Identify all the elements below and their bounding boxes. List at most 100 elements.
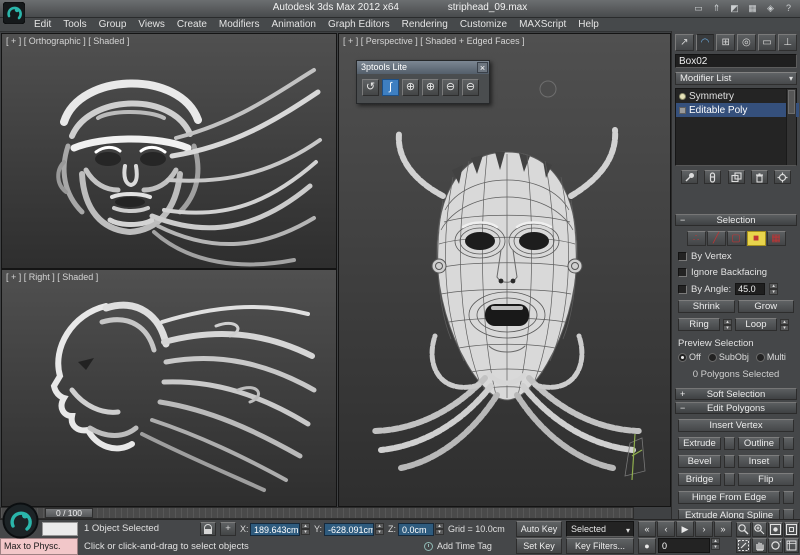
bridge-settings-button[interactable] <box>724 473 735 486</box>
y-spinner[interactable]: ▴▾ <box>375 523 384 535</box>
minus-circle-icon-2[interactable]: ⊖ <box>462 79 479 96</box>
viewport-perspective[interactable]: [ + ] [ Perspective ] [ Shaded + Edged F… <box>338 33 671 507</box>
by-angle-checkbox[interactable] <box>678 285 687 294</box>
selection-rollout-header[interactable]: − Selection <box>675 214 797 226</box>
preview-multi-option[interactable]: Multi <box>756 352 786 362</box>
border-subobject-icon[interactable]: ▢ <box>727 231 746 246</box>
pan-hand-icon[interactable] <box>752 538 767 553</box>
zoom-region-icon[interactable] <box>736 538 751 553</box>
object-name-field[interactable]: Box02 <box>675 54 797 68</box>
insert-vertex-button[interactable]: Insert Vertex <box>678 419 794 432</box>
grid-icon[interactable]: ▦ <box>746 2 759 14</box>
3ptools-lite-toolbar[interactable]: 3ptools Lite × ↺ ∫ ⊕ ⊕ ⊖ ⊖ <box>356 60 490 104</box>
up-arrow-icon[interactable]: ⇑ <box>710 2 723 14</box>
extrude-along-spline-settings-button[interactable] <box>783 509 794 519</box>
bridge-button[interactable]: Bridge <box>678 473 721 486</box>
inset-settings-button[interactable] <box>783 455 794 468</box>
make-unique-icon[interactable] <box>728 170 745 184</box>
menu-tools[interactable]: Tools <box>57 18 92 31</box>
configure-modifier-sets-icon[interactable] <box>774 170 791 184</box>
modifier-stack[interactable]: Symmetry Editable Poly <box>675 88 797 166</box>
hinge-settings-button[interactable] <box>783 491 794 504</box>
menu-maxscript[interactable]: MAXScript <box>513 18 572 31</box>
frame-spinner[interactable]: ▴▾ <box>711 538 720 550</box>
viewport-right[interactable]: [ + ] [ Right ] [ Shaded ] <box>1 269 337 507</box>
menu-edit[interactable]: Edit <box>28 18 57 31</box>
menu-rendering[interactable]: Rendering <box>396 18 454 31</box>
stack-scrollbar[interactable] <box>786 89 796 165</box>
soft-selection-rollout-header[interactable]: + Soft Selection <box>675 388 797 400</box>
menu-graph-editors[interactable]: Graph Editors <box>322 18 396 31</box>
viewport-perspective-label[interactable]: [ + ] [ Perspective ] [ Shaded + Edged F… <box>343 36 525 46</box>
remove-modifier-icon[interactable] <box>751 170 768 184</box>
angle-value-field[interactable]: 45.0 <box>735 283 765 295</box>
menu-create[interactable]: Create <box>171 18 213 31</box>
plus-circle-icon-1[interactable]: ⊕ <box>402 79 419 96</box>
spinner-down-icon[interactable]: ▾ <box>711 544 720 550</box>
orbit-icon[interactable] <box>768 538 783 553</box>
grow-button[interactable]: Grow <box>738 300 795 313</box>
pin-stack-icon[interactable] <box>681 170 698 184</box>
diamond-icon[interactable]: ◈ <box>764 2 777 14</box>
preview-off-option[interactable]: Off <box>678 352 701 362</box>
spinner-down-icon[interactable]: ▾ <box>780 325 789 331</box>
z-coordinate-field[interactable]: 0.0cm <box>398 523 434 536</box>
menu-group[interactable]: Group <box>93 18 133 31</box>
hierarchy-tab-icon[interactable]: ⊞ <box>716 34 735 51</box>
flip-button[interactable]: Flip <box>738 473 794 486</box>
hinge-from-edge-button[interactable]: Hinge From Edge <box>678 491 780 504</box>
auto-key-button[interactable]: Auto Key <box>516 521 562 537</box>
key-filters-button[interactable]: Key Filters... <box>566 538 634 554</box>
outline-settings-button[interactable] <box>783 437 794 450</box>
radio-on-icon[interactable] <box>678 353 687 362</box>
time-slider[interactable]: 0 / 100 <box>45 508 93 518</box>
3ptools-titlebar[interactable]: 3ptools Lite × <box>357 61 489 74</box>
menu-animation[interactable]: Animation <box>265 18 321 31</box>
by-vertex-checkbox[interactable] <box>678 252 687 261</box>
scrollbar-thumb[interactable] <box>788 90 795 114</box>
z-spinner[interactable]: ▴▾ <box>435 523 444 535</box>
plus-circle-icon-2[interactable]: ⊕ <box>422 79 439 96</box>
vertex-subobject-icon[interactable]: ∴ <box>687 231 706 246</box>
menu-help[interactable]: Help <box>572 18 605 31</box>
spinner-down-icon[interactable]: ▾ <box>375 529 384 535</box>
viewport-orthographic[interactable]: [ + ] [ Orthographic ] [ Shaded ] <box>1 33 337 269</box>
key-selection-dropdown[interactable]: Selected ▾ <box>566 521 634 537</box>
preview-subobj-option[interactable]: SubObj <box>708 352 749 362</box>
utilities-tab-icon[interactable]: ⊥ <box>778 34 797 51</box>
viewport-orthographic-label[interactable]: [ + ] [ Orthographic ] [ Shaded ] <box>6 36 129 46</box>
play-button[interactable]: ▶ <box>676 521 694 537</box>
timeline-track[interactable]: 0 / 100 <box>0 507 634 519</box>
previous-frame-button[interactable]: ‹ <box>657 521 675 537</box>
max-logo-icon[interactable] <box>3 2 25 24</box>
menu-views[interactable]: Views <box>132 18 171 31</box>
loop-button[interactable]: Loop <box>735 318 777 331</box>
minus-circle-icon-1[interactable]: ⊖ <box>442 79 459 96</box>
zoom-icon[interactable] <box>736 522 751 537</box>
monitor-icon[interactable]: ▭ <box>692 2 705 14</box>
spinner-down-icon[interactable]: ▾ <box>723 325 732 331</box>
outline-button[interactable]: Outline <box>738 437 781 450</box>
zoom-extents-all-icon[interactable] <box>784 522 799 537</box>
viewport-right-label[interactable]: [ + ] [ Right ] [ Shaded ] <box>6 272 98 282</box>
go-to-end-button[interactable]: » <box>714 521 732 537</box>
selection-lock-button[interactable] <box>200 522 216 536</box>
bevel-settings-button[interactable] <box>724 455 735 468</box>
time-tag-icon[interactable] <box>424 542 433 551</box>
inset-button[interactable]: Inset <box>738 455 781 468</box>
edge-subobject-icon[interactable]: ╱ <box>707 231 726 246</box>
ring-spinner[interactable]: ▴ ▾ <box>723 319 732 331</box>
ring-button[interactable]: Ring <box>678 318 720 331</box>
radio-off-icon[interactable] <box>708 353 717 362</box>
show-end-result-icon[interactable] <box>704 170 721 184</box>
close-icon[interactable]: × <box>477 62 488 73</box>
create-tab-icon[interactable]: ↗ <box>675 34 694 51</box>
x-spinner[interactable]: ▴▾ <box>301 523 310 535</box>
loop-spinner[interactable]: ▴ ▾ <box>780 319 789 331</box>
modifier-list-dropdown[interactable]: Modifier List ▾ <box>675 72 797 85</box>
element-subobject-icon[interactable]: ▦ <box>767 231 786 246</box>
lightbulb-icon[interactable] <box>679 93 686 100</box>
maximize-viewport-toggle-icon[interactable] <box>784 538 799 553</box>
menu-modifiers[interactable]: Modifiers <box>213 18 266 31</box>
motion-tab-icon[interactable]: ◎ <box>737 34 756 51</box>
